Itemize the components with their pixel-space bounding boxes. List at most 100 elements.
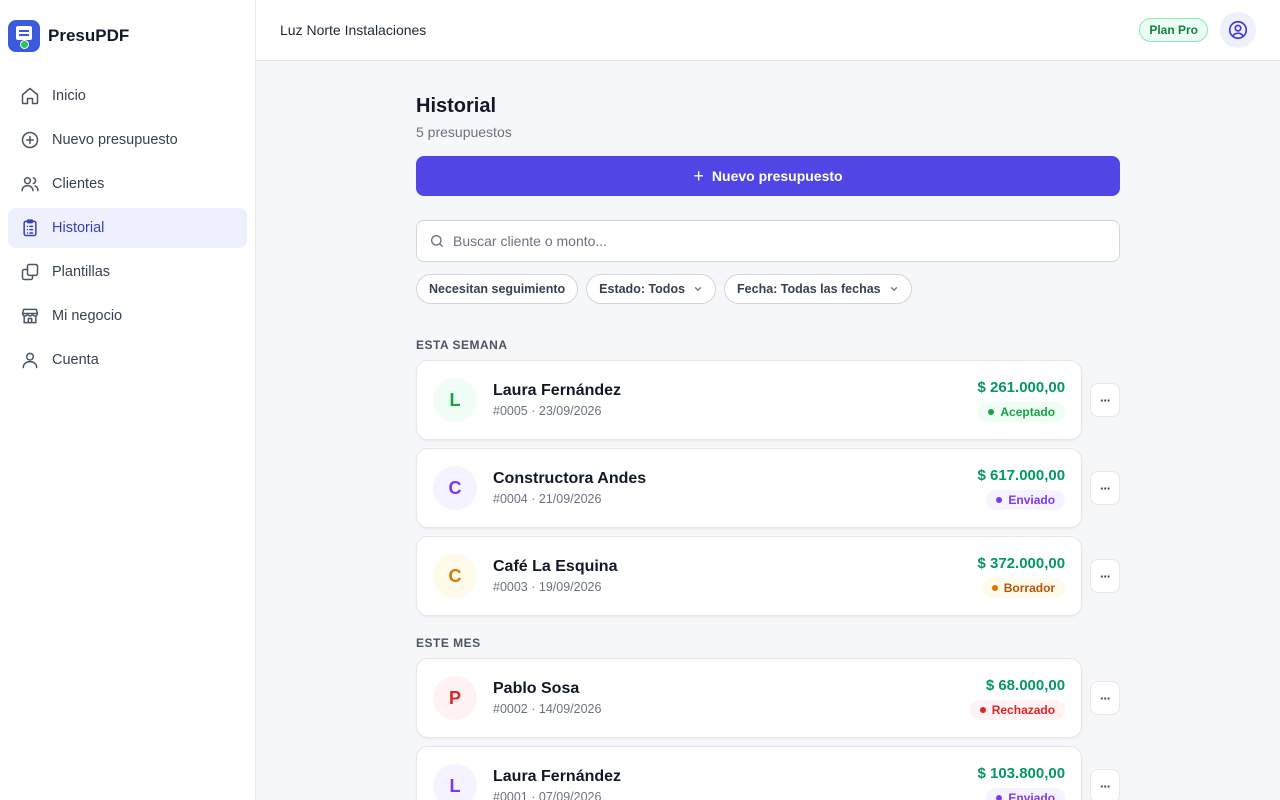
quote-count: 5 presupuestos (416, 124, 512, 140)
quote-meta: #0001 · 07/09/2026 (493, 790, 602, 800)
status-label: Borrador (1003, 580, 1056, 595)
account-menu-button[interactable] (1220, 12, 1256, 48)
client-avatar: P (433, 676, 477, 720)
sidebar-item-nuevo-presupuesto[interactable]: Nuevo presupuesto (8, 120, 247, 160)
quote-amount: $ 617.000,00 (977, 466, 1066, 484)
quote-row: C Café La Esquina #0003 · 19/09/2026 $ 3… (416, 536, 1120, 616)
quote-row: P Pablo Sosa #0002 · 14/09/2026 $ 68.000… (416, 658, 1120, 738)
quote-row: C Constructora Andes #0004 · 21/09/2026 … (416, 448, 1120, 528)
filter-date[interactable]: Fecha: Todas las fechas (724, 274, 912, 304)
sidebar-item-cuenta[interactable]: Cuenta (8, 340, 247, 380)
page-title: Historial (416, 95, 497, 117)
client-avatar: L (433, 764, 477, 800)
plan-badge[interactable]: Plan Pro (1139, 18, 1208, 42)
app-logo-icon (8, 20, 40, 52)
sidebar-item-label: Nuevo presupuesto (52, 132, 178, 148)
status-dot-icon (979, 706, 986, 713)
users-icon (21, 177, 39, 192)
status-label: Enviado (1008, 790, 1056, 800)
search-icon (431, 235, 443, 247)
copy-icon (21, 263, 39, 281)
quote-card[interactable]: C Café La Esquina #0003 · 19/09/2026 $ 3… (416, 536, 1083, 616)
home-icon (21, 87, 39, 105)
sidebar-item-label: Plantillas (52, 264, 111, 280)
status-label: Enviado (1008, 492, 1056, 507)
quote-meta: #0002 · 14/09/2026 (493, 702, 602, 716)
topbar: Luz Norte Instalaciones Plan Pro (256, 0, 1280, 61)
filter-date-label: Fecha: Todas las fechas (737, 282, 881, 296)
client-name: Pablo Sosa (493, 680, 580, 697)
quote-card[interactable]: C Constructora Andes #0004 · 21/09/2026 … (416, 448, 1083, 528)
more-actions-button[interactable]: ··· (1090, 769, 1120, 800)
client-avatar: L (433, 378, 477, 422)
sidebar-nav: Inicio Nuevo presupuesto Clientes Histor… (0, 76, 255, 380)
plus-circle-icon (21, 131, 39, 149)
quote-meta: #0004 · 21/09/2026 (493, 492, 602, 506)
sidebar-item-mi-negocio[interactable]: Mi negocio (8, 296, 247, 336)
quote-row: L Laura Fernández #0001 · 07/09/2026 $ 1… (416, 746, 1120, 800)
plus-icon: + (693, 166, 704, 186)
client-avatar: C (433, 554, 477, 598)
clipboard-list-icon (23, 219, 37, 237)
filter-status[interactable]: Estado: Todos (586, 274, 717, 304)
more-actions-button[interactable]: ··· (1090, 471, 1120, 505)
sidebar-item-label: Cuenta (52, 352, 99, 368)
client-name: Laura Fernández (493, 768, 622, 785)
sidebar-item-clientes[interactable]: Clientes (8, 164, 247, 204)
quote-card[interactable]: L Laura Fernández #0005 · 23/09/2026 $ 2… (416, 360, 1083, 440)
user-icon (22, 352, 38, 369)
sidebar: PresuPDF Inicio Nuevo presupuesto Client… (0, 0, 256, 800)
status-label: Aceptado (1000, 404, 1056, 419)
new-quote-label: Nuevo presupuesto (711, 168, 843, 184)
more-actions-button[interactable]: ··· (1090, 559, 1120, 593)
chevron-down-icon (694, 287, 702, 292)
status-dot-icon (996, 794, 1003, 800)
client-avatar: C (433, 466, 477, 510)
filter-followup[interactable]: Necesitan seguimiento (416, 274, 579, 304)
client-name: Constructora Andes (493, 470, 647, 487)
user-circle-icon (1228, 20, 1248, 40)
sidebar-item-label: Inicio (52, 88, 86, 104)
section-label-this-month: ESTE MES (416, 636, 481, 650)
new-quote-button[interactable]: + Nuevo presupuesto (416, 156, 1120, 196)
status-badge: Aceptado (978, 401, 1066, 422)
quote-amount: $ 261.000,00 (977, 378, 1066, 396)
section-label-this-week: ESTA SEMANA (416, 338, 508, 352)
more-actions-button[interactable]: ··· (1090, 383, 1120, 417)
filter-followup-label: Necesitan seguimiento (429, 282, 566, 296)
status-badge: Enviado (986, 489, 1066, 510)
store-icon (21, 308, 39, 324)
sidebar-item-label: Mi negocio (52, 308, 123, 324)
sidebar-item-inicio[interactable]: Inicio (8, 76, 247, 116)
more-actions-button[interactable]: ··· (1090, 681, 1120, 715)
quote-meta: #0003 · 19/09/2026 (493, 580, 602, 594)
client-name: Café La Esquina (493, 558, 618, 575)
company-name: Luz Norte Instalaciones (280, 22, 427, 38)
status-dot-icon (991, 584, 998, 591)
main-content: Historial 5 presupuestos + Nuevo presupu… (416, 95, 1120, 800)
quote-amount: $ 103.800,00 (977, 764, 1066, 782)
quote-amount: $ 68.000,00 (985, 676, 1066, 694)
chevron-down-icon (890, 287, 897, 292)
status-label: Rechazado (991, 702, 1056, 717)
quote-card[interactable]: P Pablo Sosa #0002 · 14/09/2026 $ 68.000… (416, 658, 1083, 738)
app-name: PresuPDF (48, 26, 130, 45)
client-name: Laura Fernández (493, 382, 622, 399)
quote-card[interactable]: L Laura Fernández #0001 · 07/09/2026 $ 1… (416, 746, 1083, 800)
sidebar-item-label: Historial (52, 220, 105, 236)
quote-row: L Laura Fernández #0005 · 23/09/2026 $ 2… (416, 360, 1120, 440)
search-box[interactable] (416, 220, 1120, 262)
status-badge: Rechazado (969, 699, 1066, 720)
quote-meta: #0005 · 23/09/2026 (493, 404, 602, 418)
sidebar-item-label: Clientes (52, 176, 105, 192)
brand[interactable]: PresuPDF (0, 0, 255, 52)
quote-amount: $ 372.000,00 (977, 554, 1066, 572)
filter-bar: Necesitan seguimiento Estado: Todos Fech… (416, 274, 1120, 304)
sidebar-item-historial[interactable]: Historial (8, 208, 247, 248)
search-input[interactable] (453, 233, 1107, 249)
sidebar-item-plantillas[interactable]: Plantillas (8, 252, 247, 292)
status-dot-icon (996, 496, 1003, 503)
filter-status-label: Estado: Todos (599, 282, 686, 296)
status-badge: Enviado (986, 787, 1066, 800)
status-badge: Borrador (981, 577, 1066, 598)
